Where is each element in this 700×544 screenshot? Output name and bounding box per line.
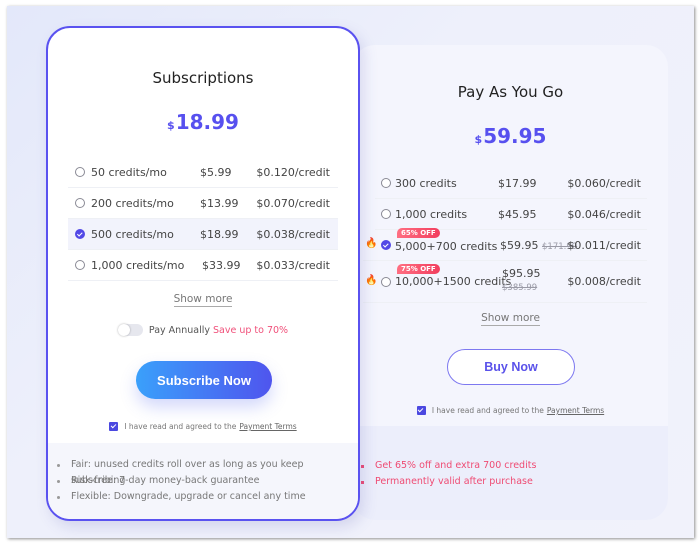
subscriptions-price: $18.99 [48,110,358,134]
benefit-item: Permanently valid after purchase [359,474,536,490]
subscription-plan-row[interactable]: 50 credits/mo $5.99 $0.120/credit [68,157,338,188]
payg-title: Pay As You Go [457,83,564,101]
payg-card[interactable]: Pay As You Go $59.95 300 credits $17.99 … [353,45,668,520]
plan-credits: 1,000 credits [395,207,468,221]
plan-unit-price: $0.120/credit [256,165,330,179]
radio-button-selected[interactable] [381,240,391,250]
plan-unit-price: $0.046/credit [567,207,641,221]
terms-text: I have read and agreed to the [431,406,544,415]
pricing-panel: Pay As You Go $59.95 300 credits $17.99 … [7,6,694,538]
terms-checkbox[interactable] [109,422,119,431]
subscription-plan-row[interactable]: 1,000 credits/mo $33.99 $0.033/credit [68,250,338,281]
show-more-link[interactable]: Show more [173,293,233,307]
radio-button-selected[interactable] [75,229,85,239]
plan-price: $45.95 [498,207,537,221]
plan-price: $13.99 [200,196,239,210]
radio-button[interactable] [381,277,391,287]
payg-price-value: 59.95 [483,124,547,148]
plan-unit-price: $0.038/credit [256,227,330,241]
payg-terms-agreement: I have read and agreed to the Payment Te… [353,406,668,415]
plan-price-current: $95.95 [502,267,541,280]
subscription-plan-row[interactable]: 200 credits/mo $13.99 $0.070/credit [68,188,338,219]
plan-credits: 500 credits/mo [91,227,174,241]
plan-price: $5.99 [200,165,232,179]
show-more-link[interactable]: Show more [481,312,540,326]
plan-credits: 5,000+700 credits [395,240,498,253]
plan-credits: 50 credits/mo [91,165,167,179]
currency-symbol: $ [474,133,483,146]
currency-symbol: $ [167,119,175,132]
radio-button[interactable] [75,260,85,270]
plan-unit-price: $0.070/credit [256,196,330,210]
benefit-item: Get 65% off and extra 700 credits [359,458,536,474]
plan-credits: 300 credits [395,176,457,190]
subscriptions-show-more[interactable]: Show more [48,293,358,307]
subscriptions-benefits: Fair: unused credits roll over as long a… [55,457,358,505]
plan-unit-price: $0.060/credit [567,176,641,190]
subscriptions-title: Subscriptions [152,69,254,87]
radio-button[interactable] [75,167,85,177]
fire-icon: 🔥 [365,275,378,286]
payg-show-more[interactable]: Show more [353,312,668,326]
subscriptions-price-value: 18.99 [175,110,239,134]
payment-terms-link[interactable]: Payment Terms [547,406,604,415]
radio-button[interactable] [75,198,85,208]
subscription-plan-row-selected[interactable]: 500 credits/mo $18.99 $0.038/credit [68,219,338,250]
plan-price-original: $385.99 [502,283,538,293]
plan-unit-price: $0.008/credit [567,275,641,288]
radio-button[interactable] [381,178,391,188]
subscriptions-card[interactable]: Subscriptions $18.99 50 credits/mo $5.99… [46,26,360,521]
payg-plan-row[interactable]: 300 credits $17.99 $0.060/credit [375,168,647,199]
plan-price: $59.95 $171.99 [500,239,577,252]
payg-price: $59.95 [353,124,668,148]
discount-badge: 65% OFF [397,228,440,238]
plan-price: $18.99 [200,227,239,241]
plan-price: $17.99 [498,176,537,190]
pay-annually-toggle[interactable] [117,324,143,336]
fire-icon: 🔥 [365,238,378,249]
payg-plan-row[interactable]: 🔥 65% OFF 5,000+700 credits $59.95 $171.… [363,228,647,261]
payg-benefits: Get 65% off and extra 700 credits Perman… [359,458,536,490]
discount-badge: 75% OFF [397,264,440,274]
benefit-item: Flexible: Downgrade, upgrade or cancel a… [55,489,358,505]
save-label: Save up to 70% [212,324,289,336]
terms-text: I have read and agreed to the [124,422,237,431]
buy-now-button[interactable]: Buy Now [447,349,575,385]
plan-price: $33.99 [202,258,241,272]
pay-annually-option: Pay Annually Save up to 70% [48,324,358,336]
plan-unit-price: $0.033/credit [256,258,330,272]
payment-terms-link[interactable]: Payment Terms [239,422,296,431]
payg-plan-row[interactable]: 🔥 75% OFF 10,000+1500 credits $95.95 $38… [363,261,647,303]
subscribe-now-button[interactable]: Subscribe Now [136,361,272,399]
benefit-item: Risk-free: 7-day money-back guarantee [55,473,358,489]
terms-checkbox[interactable] [416,406,426,415]
payg-plan-row[interactable]: 1,000 credits $45.95 $0.046/credit [375,199,647,230]
plan-credits: 200 credits/mo [91,196,174,210]
plan-credits: 1,000 credits/mo [91,258,185,272]
plan-unit-price: $0.011/credit [567,238,641,252]
benefit-item: Fair: unused credits roll over as long a… [55,457,358,486]
pay-annually-label: Pay Annually [148,324,210,336]
plan-price-current: $59.95 [500,238,539,252]
subscriptions-terms-agreement: I have read and agreed to the Payment Te… [48,422,358,431]
plan-credits: 10,000+1500 credits [395,275,512,288]
radio-button[interactable] [381,209,391,219]
plan-price: $95.95 $385.99 [502,267,541,295]
